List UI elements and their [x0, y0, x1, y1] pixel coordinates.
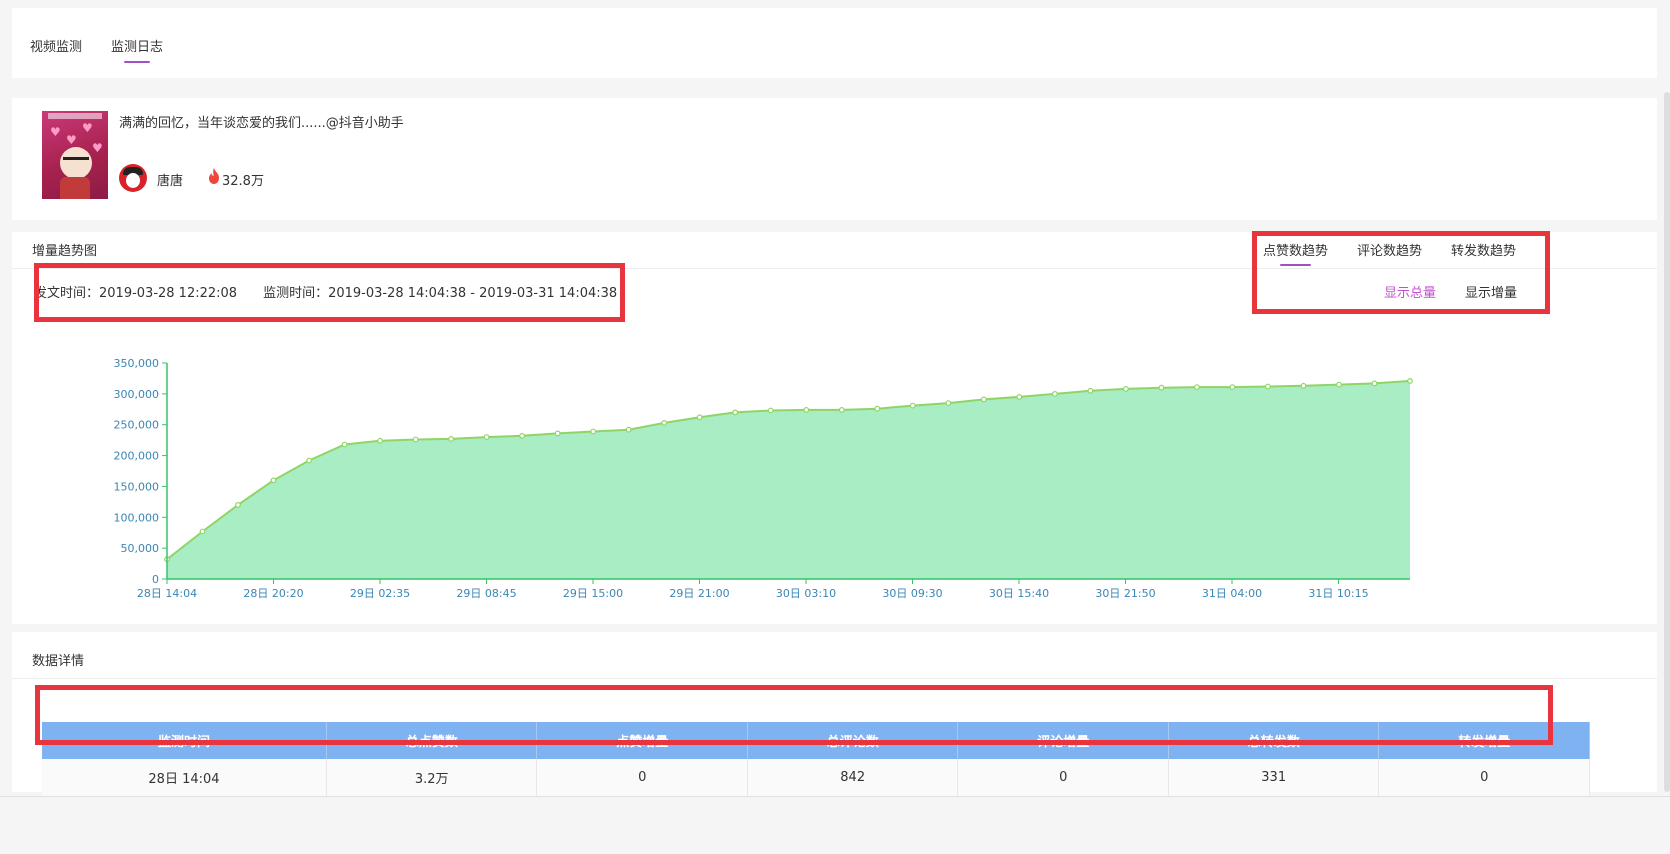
- x-tick-label: 29日 21:00: [669, 587, 729, 600]
- x-tick-label: 31日 04:00: [1202, 587, 1262, 600]
- data-point: [1371, 380, 1378, 387]
- table-row: 28日 14:04 3.2万 0 842 0 331 0: [42, 759, 1590, 797]
- fans-count: 32.8万: [222, 174, 264, 189]
- video-info-card: ♥ ♥ ♥ ♥ 满满的回忆，当年谈恋爱的我们......@抖音小助手 唐唐 32…: [12, 98, 1657, 220]
- col-total-shares[interactable]: 总转发数: [1168, 722, 1380, 759]
- x-tick-label: 31日 10:15: [1308, 587, 1368, 600]
- col-total-comments[interactable]: 总评论数: [747, 722, 959, 759]
- trend-card: 增量趋势图 发文时间：2019-03-28 12:22:08 监测时间：2019-…: [12, 232, 1657, 624]
- cell-shares-increment: 0: [1378, 759, 1590, 797]
- y-tick-label: 150,000: [114, 480, 160, 493]
- y-tick-label: 350,000: [114, 357, 160, 370]
- x-tick-label: 29日 08:45: [456, 587, 516, 600]
- data-point: [945, 400, 952, 407]
- data-point: [519, 432, 526, 439]
- y-tick-label: 100,000: [114, 511, 160, 524]
- data-point: [590, 428, 597, 435]
- data-point: [1336, 381, 1342, 388]
- data-details-card: 数据详情 监测时间 总点赞数 点赞增量 总评论数 评论增量 总转发数 转发增量 …: [12, 632, 1657, 797]
- col-comments-increment[interactable]: 评论增量: [957, 722, 1169, 759]
- top-tab-bar: 视频监测 监测日志: [12, 8, 1657, 78]
- data-point: [235, 502, 241, 508]
- video-title[interactable]: 满满的回忆，当年谈恋爱的我们......@抖音小助手: [119, 112, 404, 131]
- data-point: [1016, 393, 1023, 400]
- tab-monitor-log[interactable]: 监测日志: [111, 36, 163, 63]
- y-tick-label: 250,000: [114, 419, 160, 432]
- tab-video-monitor[interactable]: 视频监测: [30, 36, 82, 55]
- details-table: 监测时间 总点赞数 点赞增量 总评论数 评论增量 总转发数 转发增量 28日 1…: [42, 722, 1590, 797]
- data-point: [625, 426, 632, 433]
- col-likes-increment[interactable]: 点赞增量: [536, 722, 748, 759]
- x-tick-label: 29日 02:35: [350, 587, 410, 600]
- x-tick-label: 28日 20:20: [243, 587, 303, 600]
- data-point: [767, 407, 774, 414]
- data-point: [980, 396, 987, 403]
- likes-trend-chart: 0 50,000 100,000 150,000 200,000 250,000 300,0…: [114, 357, 1413, 600]
- data-point: [696, 414, 703, 421]
- data-point: [412, 436, 419, 443]
- col-shares-increment[interactable]: 转发增量: [1378, 722, 1590, 759]
- page-scrollbar[interactable]: [1664, 92, 1670, 792]
- table-header-row: 监测时间 总点赞数 点赞增量 总评论数 评论增量 总转发数 转发增量: [42, 722, 1590, 759]
- x-tick-label: 30日 15:40: [989, 587, 1049, 600]
- y-tick-label: 300,000: [114, 388, 160, 401]
- cell-comments-increment: 0: [957, 759, 1169, 797]
- data-point: [199, 528, 206, 535]
- y-tick-label: 50,000: [121, 542, 160, 555]
- col-total-likes[interactable]: 总点赞数: [326, 722, 538, 759]
- author-name[interactable]: 唐唐: [157, 170, 183, 189]
- cell-monitor-time: 28日 14:04: [42, 759, 327, 797]
- data-point: [483, 434, 490, 441]
- data-point: [1407, 377, 1413, 384]
- y-tick-label: 0: [152, 573, 159, 586]
- data-point: [377, 437, 384, 444]
- data-point: [341, 441, 348, 448]
- data-point: [661, 419, 668, 426]
- data-point: [874, 405, 881, 412]
- cell-total-shares: 331: [1168, 759, 1380, 797]
- data-point: [270, 477, 277, 484]
- details-title: 数据详情: [32, 654, 85, 669]
- data-point: [1158, 384, 1165, 391]
- data-point: [1300, 382, 1307, 389]
- data-point: [909, 402, 916, 409]
- x-tick-label: 30日 21:50: [1095, 587, 1155, 600]
- video-thumbnail[interactable]: ♥ ♥ ♥ ♥: [42, 111, 108, 199]
- x-tick-label: 28日 14:04: [137, 587, 197, 600]
- x-tick-label: 30日 03:10: [776, 587, 836, 600]
- cell-total-likes: 3.2万: [326, 759, 538, 797]
- x-tick-label: 29日 15:00: [563, 587, 623, 600]
- cell-likes-increment: 0: [536, 759, 748, 797]
- author-avatar[interactable]: [119, 164, 147, 192]
- data-point: [1122, 385, 1129, 392]
- data-point: [1087, 387, 1094, 394]
- x-tick-label: 30日 09:30: [882, 587, 942, 600]
- fire-icon: [209, 168, 219, 184]
- col-monitor-time[interactable]: 监测时间: [42, 722, 327, 759]
- data-point: [803, 406, 810, 413]
- data-point: [1193, 384, 1200, 391]
- data-point: [732, 409, 739, 416]
- data-point: [306, 457, 313, 464]
- data-point: [1051, 390, 1058, 397]
- data-point: [554, 430, 561, 437]
- cell-total-comments: 842: [747, 759, 959, 797]
- data-point: [838, 406, 845, 413]
- data-point: [1229, 384, 1236, 391]
- y-tick-label: 200,000: [114, 450, 160, 463]
- data-point: [1264, 383, 1271, 390]
- data-point: [448, 435, 455, 442]
